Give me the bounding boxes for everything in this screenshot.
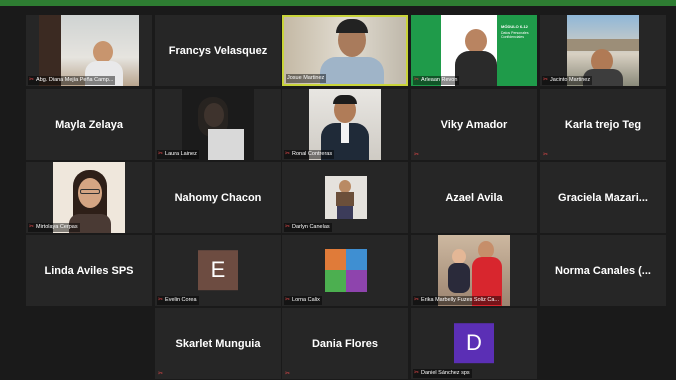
participant-tile-mirtolaya[interactable]: ✂ Mirtolaya Cerpas [26, 162, 152, 233]
participant-name-label: ✂ Darlyn Canelas [284, 223, 332, 232]
avatar: E [198, 249, 238, 290]
participant-tile-jacinto[interactable]: ✂ Jacinto Martinez [540, 15, 666, 86]
muted-mic-icon: ✂ [543, 152, 549, 158]
participant-name-label: ✂ Abg. Diana Mejía Peña Camp... [28, 76, 116, 85]
participant-tile-arleaan[interactable]: MÓDULO 6-12 Datos Personales Confidencia… [411, 15, 537, 86]
participant-tile-mayla[interactable]: Mayla Zelaya [26, 89, 152, 160]
muted-mic-icon: ✂ [414, 152, 420, 158]
participant-name-label: Josue Martinez [286, 74, 327, 83]
participant-video [325, 176, 367, 219]
participant-name: Graciela Mazari... [558, 191, 648, 204]
participant-name-label: ✂ Evelin Corea [157, 296, 199, 305]
participant-name-label: ✂ Lorna Calix [284, 296, 322, 305]
participant-name: Azael Avila [445, 191, 503, 204]
participant-name: Nahomy Chacon [174, 191, 262, 204]
participant-tile-laura[interactable]: ✂ Laura Lainez [155, 89, 281, 160]
muted-mic-icon: ✂ [158, 297, 164, 303]
participant-tile-dania[interactable]: Dania Flores ✂ [282, 308, 408, 379]
participant-tile-azael[interactable]: Azael Avila [411, 162, 537, 233]
participant-name: Viky Amador [440, 118, 508, 131]
participant-name-label: ✂ Arleaan Revon [413, 76, 460, 85]
participant-name: Linda Aviles SPS [44, 264, 134, 277]
participant-name-label: ✂ Laura Lainez [157, 150, 199, 159]
participant-tile-graciela[interactable]: Graciela Mazari... [540, 162, 666, 233]
participant-name-label: ✂ Mirtolaya Cerpas [28, 223, 80, 232]
participant-video [325, 249, 367, 292]
participant-tile-daniel[interactable]: D ✂ Daniel Sánchez sps [411, 308, 537, 379]
slide-title: MÓDULO 6-12 [501, 24, 528, 29]
participant-tile-diana[interactable]: ✂ Abg. Diana Mejía Peña Camp... [26, 15, 152, 86]
participant-name: Francys Velasquez [168, 44, 268, 57]
participant-tile-evelin[interactable]: E ✂ Evelin Corea [155, 235, 281, 306]
muted-mic-icon: ✂ [543, 77, 549, 83]
muted-mic-icon: ✂ [414, 77, 420, 83]
participant-tile-darlyn[interactable]: ✂ Darlyn Canelas [282, 162, 408, 233]
participant-tile-linda[interactable]: Linda Aviles SPS [26, 235, 152, 306]
muted-mic-icon: ✂ [29, 77, 35, 83]
participant-name-label: ✂ Ronal Contreras [284, 150, 335, 159]
muted-mic-icon: ✂ [414, 297, 420, 303]
participant-tile-lorna[interactable]: ✂ Lorna Calix [282, 235, 408, 306]
participant-tile-viky[interactable]: Viky Amador ✂ [411, 89, 537, 160]
participant-name: Dania Flores [311, 337, 379, 350]
muted-mic-icon: ✂ [158, 371, 164, 377]
participant-name-label: ✂ Erika Marbelly Fuzes Soliz Ca... [413, 296, 501, 305]
participant-tile-nahomy[interactable]: Nahomy Chacon [155, 162, 281, 233]
avatar: D [454, 322, 494, 363]
participant-name: Mayla Zelaya [55, 118, 123, 131]
participant-name-label: ✂ Jacinto Martinez [542, 76, 593, 85]
muted-mic-icon: ✂ [285, 371, 291, 377]
muted-mic-icon: ✂ [29, 224, 35, 230]
participant-name: Norma Canales (... [555, 264, 651, 277]
participant-tile-skarlet[interactable]: Skarlet Munguia ✂ [155, 308, 281, 379]
participant-tile-erika[interactable]: ✂ Erika Marbelly Fuzes Soliz Ca... [411, 235, 537, 306]
muted-mic-icon: ✂ [158, 151, 164, 157]
muted-mic-icon: ✂ [414, 370, 420, 376]
muted-mic-icon: ✂ [285, 151, 291, 157]
meeting-top-bar [0, 0, 676, 6]
participant-tile-francys[interactable]: Francys Velasquez [155, 15, 281, 86]
participant-name: Skarlet Munguia [175, 337, 261, 350]
slide-subtitle: Datos Personales Confidenciales [501, 31, 529, 39]
participant-name: Karla trejo Teg [564, 118, 642, 131]
muted-mic-icon: ✂ [285, 297, 291, 303]
participant-name-label: ✂ Daniel Sánchez sps [413, 369, 472, 378]
participant-tile-ronal[interactable]: ✂ Ronal Contreras [282, 89, 408, 160]
muted-mic-icon: ✂ [285, 224, 291, 230]
participant-tile-josue[interactable]: Josue Martinez [282, 15, 408, 86]
participant-tile-karla[interactable]: Karla trejo Teg ✂ [540, 89, 666, 160]
participant-tile-norma[interactable]: Norma Canales (... [540, 235, 666, 306]
